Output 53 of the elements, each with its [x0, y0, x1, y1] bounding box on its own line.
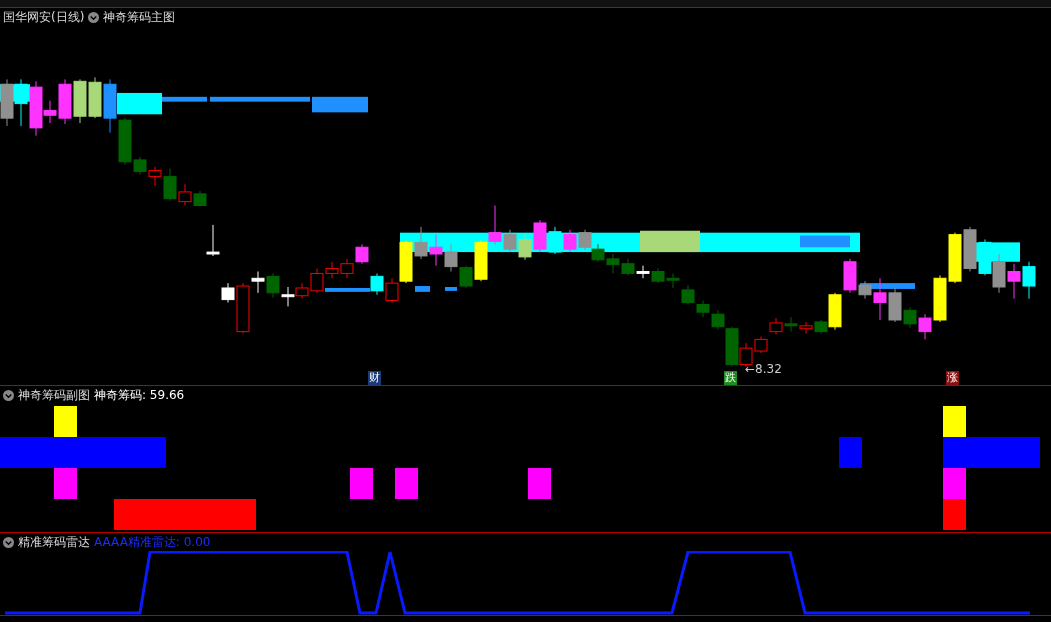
candlestick — [444, 243, 458, 272]
signal-badge: 跌 — [724, 371, 737, 385]
candlestick — [88, 76, 102, 119]
candlestick — [266, 272, 280, 299]
price-band — [415, 286, 430, 292]
candlestick — [533, 219, 547, 253]
candlestick — [103, 78, 117, 134]
collapse-icon[interactable] — [3, 536, 14, 548]
candlestick — [606, 253, 620, 274]
candlestick — [281, 286, 295, 307]
indicator-title: 神奇筹码主图 — [103, 8, 176, 26]
candlestick — [578, 229, 592, 251]
indicator-value: 神奇筹码: 59.66 — [94, 386, 185, 404]
signal-badge: 财 — [368, 371, 381, 385]
candlestick — [355, 243, 369, 265]
candlestick — [651, 268, 665, 284]
candlestick — [0, 78, 14, 127]
candlestick — [591, 243, 605, 263]
candlestick — [636, 265, 650, 279]
candlestick — [963, 226, 977, 272]
candlestick — [370, 272, 384, 296]
collapse-icon[interactable] — [88, 11, 100, 23]
candlestick — [340, 258, 354, 279]
candlestick — [681, 284, 695, 305]
price-band — [312, 96, 368, 113]
candlestick — [696, 300, 710, 318]
candlestick — [784, 316, 798, 333]
price-band — [325, 287, 370, 292]
indicator-title: 神奇筹码副图 — [18, 386, 90, 404]
candlestick — [14, 78, 28, 127]
candlestick — [1022, 261, 1036, 300]
candlestick — [769, 317, 783, 336]
candlestick — [978, 238, 992, 276]
price-label: ←8.32 — [745, 362, 782, 376]
candlestick — [992, 253, 1006, 294]
candlestick — [799, 321, 813, 335]
candlestick — [948, 232, 962, 284]
candlestick — [414, 226, 428, 260]
indicator-value: AAAA精准雷达: 0.00 — [94, 533, 211, 551]
candlestick — [518, 234, 532, 261]
candlestick — [548, 226, 562, 255]
candlestick — [206, 224, 220, 257]
candlestick — [621, 258, 635, 276]
candlestick — [666, 272, 680, 289]
stock-title: 国华网安(日线) — [3, 8, 85, 26]
indicator-title: 精准筹码雷达 — [18, 533, 90, 551]
candlestick — [563, 229, 577, 253]
price-band — [445, 287, 457, 291]
candlestick — [73, 78, 87, 124]
candlestick — [429, 234, 443, 267]
candlestick — [1007, 263, 1021, 300]
collapse-icon[interactable] — [3, 389, 14, 401]
signal-badge: 涨 — [946, 371, 959, 385]
